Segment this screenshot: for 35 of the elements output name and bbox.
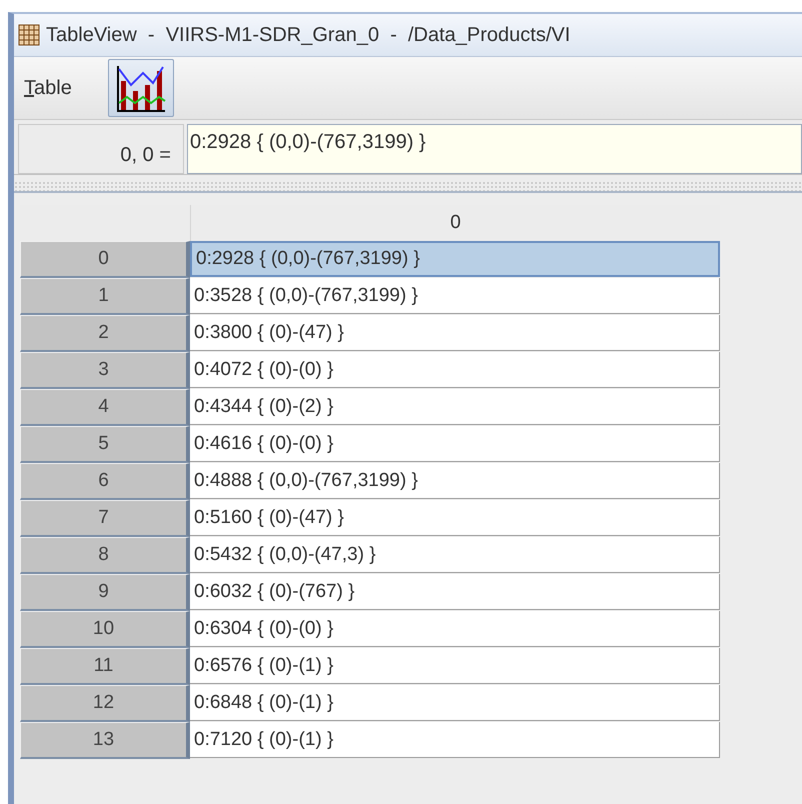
row-header: 4	[20, 389, 190, 426]
row-header: 2	[20, 315, 190, 352]
table-cell[interactable]: 0:6304 { (0)-(0) }	[190, 611, 720, 647]
row-header: 12	[20, 685, 190, 722]
row-header: 5	[20, 426, 190, 463]
table-icon	[18, 24, 40, 46]
row-header: 7	[20, 500, 190, 537]
table-cell[interactable]: 0:2928 { (0,0)-(767,3199) }	[190, 241, 720, 277]
table-cell[interactable]: 0:6848 { (0)-(1) }	[190, 685, 720, 721]
cell-address: 0, 0 =	[18, 124, 184, 174]
menu-item[interactable]: Table	[24, 76, 72, 100]
table-cell[interactable]: 0:7120 { (0)-(1) }	[190, 722, 720, 758]
row-header: 8	[20, 537, 190, 574]
row-header: 3	[20, 352, 190, 389]
row-header: 1	[20, 278, 190, 315]
row-header: 11	[20, 648, 190, 685]
table-cell[interactable]: 0:4616 { (0)-(0) }	[190, 426, 720, 462]
row-header: 0	[20, 241, 190, 278]
window-title: TableView - VIIRS-M1-SDR_Gran_0 - /Data_Products/VI	[46, 24, 570, 46]
table-cell[interactable]: 0:4344 { (0)-(2) }	[190, 389, 720, 425]
table-cell[interactable]: 0:5432 { (0,0)-(47,3) }	[190, 537, 720, 573]
row-header: 13	[20, 722, 190, 759]
table-cell[interactable]: 0:6032 { (0)-(767) }	[190, 574, 720, 610]
table-cell[interactable]: 0:4072 { (0)-(0) }	[190, 352, 720, 388]
chart-icon	[114, 63, 167, 113]
chart-button[interactable]	[108, 59, 174, 117]
row-header: 6	[20, 463, 190, 500]
table-cell[interactable]: 0:3800 { (0)-(47) }	[190, 315, 720, 351]
table-cell[interactable]: 0:4888 { (0,0)-(767,3199) }	[190, 463, 720, 499]
cell-value-field[interactable]: 0:2928 { (0,0)-(767,3199) }	[187, 124, 802, 174]
table-cell[interactable]: 0:5160 { (0)-(47) }	[190, 500, 720, 536]
row-header: 9	[20, 574, 190, 611]
table-cell[interactable]: 0:3528 { (0,0)-(767,3199) }	[190, 278, 720, 314]
table-cell[interactable]: 0:6576 { (0)-(1) }	[190, 648, 720, 684]
row-header: 10	[20, 611, 190, 648]
